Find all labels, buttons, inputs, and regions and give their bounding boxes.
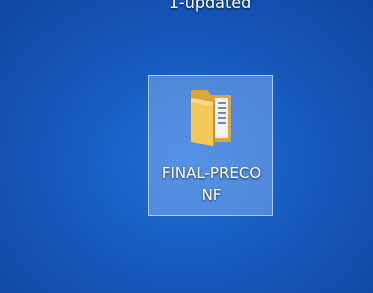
- desktop-folder-item[interactable]: FINAL-PRECO NF: [148, 75, 273, 216]
- folder-label[interactable]: FINAL-PRECO NF: [149, 162, 274, 206]
- folder-label-line-2: NF: [201, 186, 222, 204]
- desktop[interactable]: 1-updated FINAL-PRECO NF: [0, 0, 373, 293]
- desktop-icon-label-partial[interactable]: 1-updated: [150, 0, 270, 13]
- folder-icon[interactable]: [185, 84, 237, 148]
- folder-label-line-1: FINAL-PRECO: [161, 164, 262, 182]
